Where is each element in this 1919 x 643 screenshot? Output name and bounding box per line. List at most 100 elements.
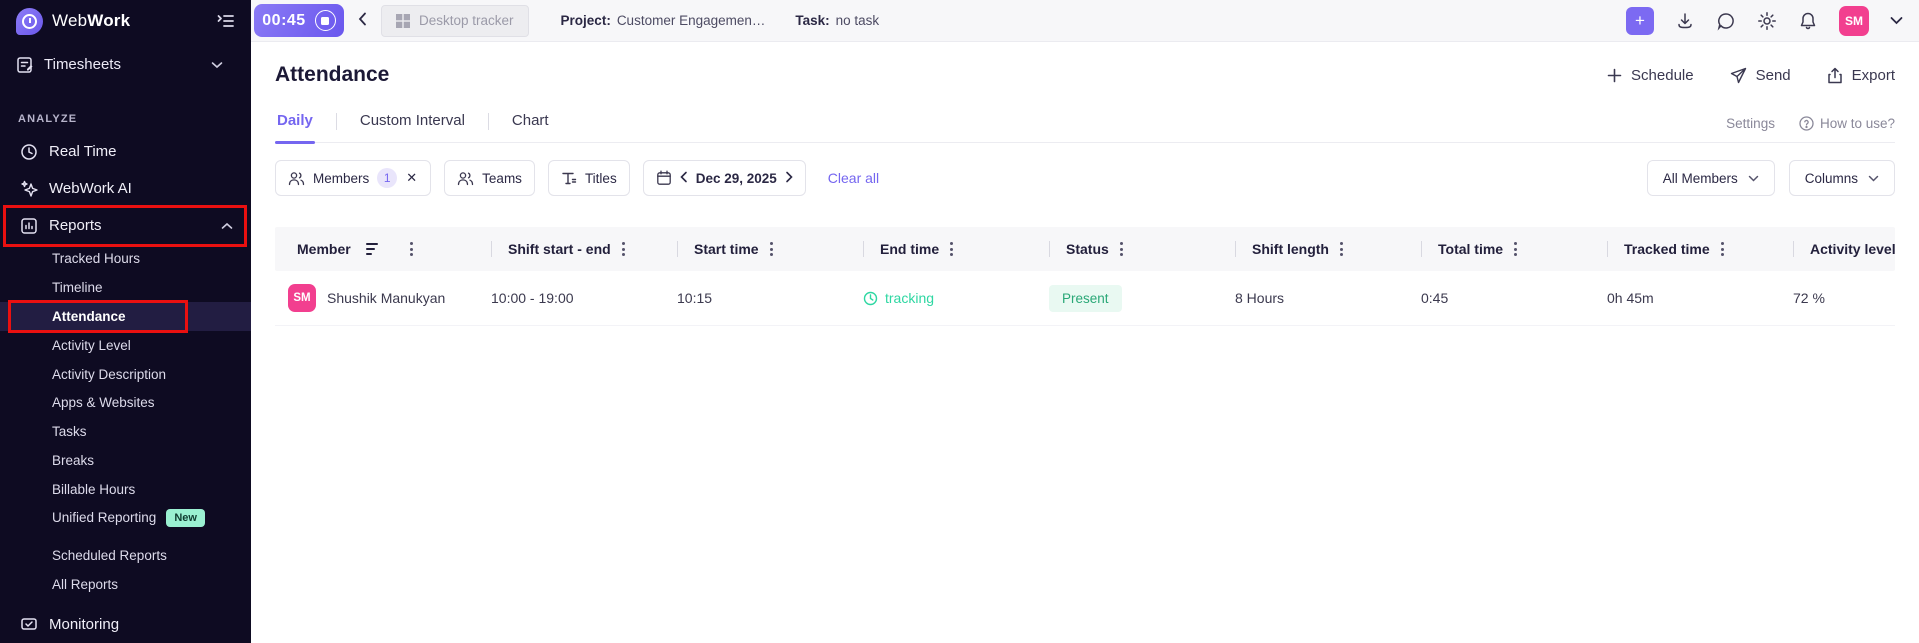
export-button[interactable]: Export xyxy=(1827,67,1895,84)
sidebar-item-unified-reporting[interactable]: Unified Reporting New xyxy=(0,504,251,533)
clear-members-icon[interactable]: ✕ xyxy=(405,170,418,186)
sidebar-item-label: Timesheets xyxy=(44,56,121,73)
sidebar-item-activity-description[interactable]: Activity Description xyxy=(0,360,251,389)
prev-day-icon[interactable] xyxy=(680,171,688,186)
sidebar-item-apps-websites[interactable]: Apps & Websites xyxy=(0,388,251,417)
how-to-use-link[interactable]: How to use? xyxy=(1799,116,1895,131)
task-label: Task: xyxy=(795,13,829,28)
people-icon xyxy=(457,171,474,186)
sidebar-item-scheduled-reports[interactable]: Scheduled Reports xyxy=(0,541,251,570)
topbar-actions: + SM xyxy=(1626,6,1903,36)
timesheets-icon xyxy=(16,56,34,74)
col-header-total-time[interactable]: Total time xyxy=(1421,227,1607,271)
col-header-end-time[interactable]: End time xyxy=(863,227,1049,271)
members-filter[interactable]: Members 1 ✕ xyxy=(275,160,431,196)
col-header-shift-start-end[interactable]: Shift start - end xyxy=(491,227,677,271)
column-menu-icon[interactable] xyxy=(408,240,415,258)
sidebar-item-webwork-ai[interactable]: WebWork AI xyxy=(0,170,251,207)
sidebar-item-timeline[interactable]: Timeline xyxy=(0,273,251,302)
sidebar-item-reports[interactable]: Reports xyxy=(0,207,251,244)
settings-link[interactable]: Settings xyxy=(1726,116,1775,131)
member-cell: SM Shushik Manukyan xyxy=(275,284,491,312)
all-members-dropdown[interactable]: All Members xyxy=(1647,160,1775,196)
gear-icon[interactable] xyxy=(1757,11,1777,31)
date-picker[interactable]: Dec 29, 2025 xyxy=(643,160,806,196)
tab-chart[interactable]: Chart xyxy=(510,112,551,142)
column-menu-icon[interactable] xyxy=(620,240,627,258)
sidebar-item-tasks[interactable]: Tasks xyxy=(0,417,251,446)
next-day-icon[interactable] xyxy=(785,171,793,186)
task-info: Task: no task xyxy=(795,13,879,28)
page-header: Attendance Schedule Send Export xyxy=(275,63,1895,87)
download-icon[interactable] xyxy=(1675,11,1695,31)
column-menu-icon[interactable] xyxy=(948,240,955,258)
col-header-activity-level[interactable]: Activity level xyxy=(1793,227,1905,271)
empty-area xyxy=(275,326,1895,643)
bar-chart-icon xyxy=(18,217,40,235)
people-icon xyxy=(288,171,305,186)
project-value[interactable]: Customer Engagemen… xyxy=(617,13,766,28)
stop-timer-button[interactable] xyxy=(315,10,336,31)
collapse-timer-icon[interactable] xyxy=(358,12,367,30)
column-menu-icon[interactable] xyxy=(1512,240,1519,258)
filters: Members 1 ✕ Teams Titles xyxy=(275,160,1895,196)
new-badge: New xyxy=(166,509,205,527)
chevron-down-icon xyxy=(1868,175,1879,182)
col-header-start-time[interactable]: Start time xyxy=(677,227,863,271)
col-header-tracked-time[interactable]: Tracked time xyxy=(1607,227,1793,271)
sidebar-collapse-icon[interactable] xyxy=(217,13,235,29)
add-button[interactable]: + xyxy=(1626,7,1654,35)
chevron-down-icon[interactable] xyxy=(211,56,233,73)
task-value[interactable]: no task xyxy=(836,13,880,28)
sidebar-item-billable-hours[interactable]: Billable Hours xyxy=(0,475,251,504)
col-header-shift-length[interactable]: Shift length xyxy=(1235,227,1421,271)
filters-right: All Members Columns xyxy=(1647,160,1895,196)
sidebar-item-timesheets[interactable]: Timesheets xyxy=(0,46,251,83)
timer-badge[interactable]: 00:45 xyxy=(254,4,344,37)
sidebar-item-monitoring[interactable]: Monitoring xyxy=(0,606,251,643)
project-label: Project: xyxy=(561,13,611,28)
clear-all-link[interactable]: Clear all xyxy=(828,170,879,186)
export-icon xyxy=(1827,67,1843,84)
column-menu-icon[interactable] xyxy=(1338,240,1345,258)
activity-level-cell: 72 % xyxy=(1793,290,1895,306)
tracking-clock-icon xyxy=(863,291,878,306)
col-header-status[interactable]: Status xyxy=(1049,227,1235,271)
sidebar-item-breaks[interactable]: Breaks xyxy=(0,446,251,475)
chevron-up-icon[interactable] xyxy=(221,217,233,234)
sidebar-item-label: Real Time xyxy=(49,143,117,160)
columns-dropdown[interactable]: Columns xyxy=(1789,160,1895,196)
sort-icon[interactable] xyxy=(366,243,378,254)
sidebar-item-all-reports[interactable]: All Reports xyxy=(0,570,251,599)
project-info: Project: Customer Engagemen… xyxy=(561,13,766,28)
sidebar-item-attendance[interactable]: Attendance xyxy=(0,302,251,331)
table-row[interactable]: SM Shushik Manukyan 10:00 - 19:00 10:15 … xyxy=(275,271,1895,326)
status-badge: Present xyxy=(1049,285,1122,312)
tab-separator xyxy=(488,113,489,130)
send-button[interactable]: Send xyxy=(1730,67,1791,84)
teams-filter[interactable]: Teams xyxy=(444,160,535,196)
column-menu-icon[interactable] xyxy=(1719,240,1726,258)
schedule-button[interactable]: Schedule xyxy=(1607,67,1694,84)
attendance-table: Member Shift start - end Start time End … xyxy=(275,227,1895,326)
titles-filter[interactable]: Titles xyxy=(548,160,630,196)
col-header-member[interactable]: Member xyxy=(275,227,491,271)
timer-value: 00:45 xyxy=(262,12,305,30)
sidebar-item-tracked-hours[interactable]: Tracked Hours xyxy=(0,245,251,274)
user-avatar[interactable]: SM xyxy=(1839,6,1869,36)
bell-icon[interactable] xyxy=(1798,11,1818,31)
members-count-badge: 1 xyxy=(377,168,397,188)
tracking-label: tracking xyxy=(885,290,934,306)
account-chevron-down-icon[interactable] xyxy=(1890,16,1903,25)
tabs: Daily Custom Interval Chart Settings How… xyxy=(275,112,1895,143)
sidebar-item-activity-level[interactable]: Activity Level xyxy=(0,331,251,360)
tab-custom-interval[interactable]: Custom Interval xyxy=(358,112,467,142)
column-menu-icon[interactable] xyxy=(1118,240,1125,258)
sidebar-item-real-time[interactable]: Real Time xyxy=(0,133,251,170)
chat-icon[interactable] xyxy=(1716,11,1736,31)
column-menu-icon[interactable] xyxy=(768,240,775,258)
tab-separator xyxy=(336,113,337,130)
question-icon xyxy=(1799,116,1814,131)
desktop-tracker-button[interactable]: Desktop tracker xyxy=(381,5,529,37)
tab-daily[interactable]: Daily xyxy=(275,112,315,142)
